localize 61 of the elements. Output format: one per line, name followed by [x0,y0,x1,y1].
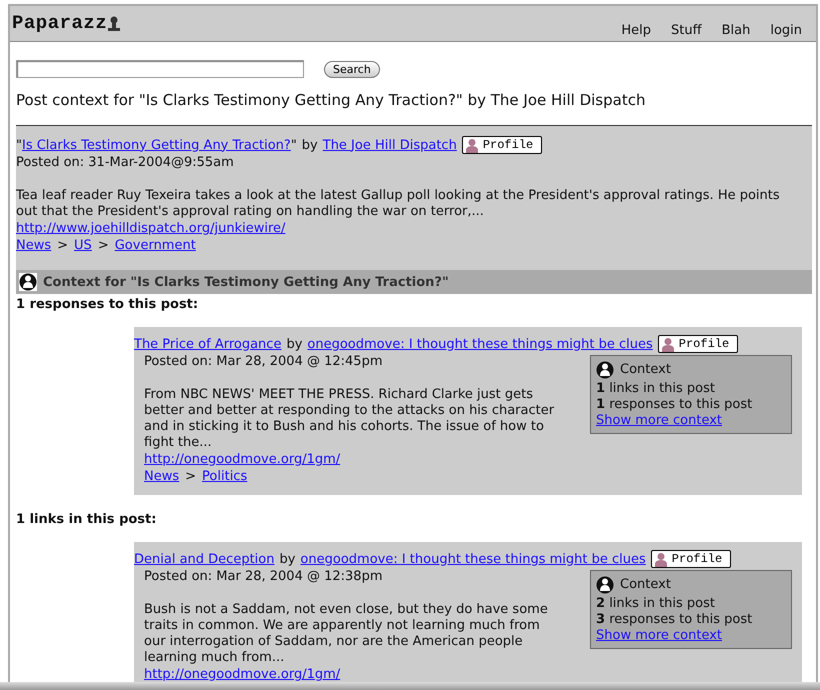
quote-mark: " [290,136,297,154]
post-title-link[interactable]: Denial and Deception [134,550,274,568]
author-link[interactable]: The Joe Hill Dispatch [322,136,457,154]
breadcrumb-link[interactable]: Government [114,237,196,254]
search-button[interactable]: Search [324,60,380,78]
person-icon [654,552,668,566]
links-label: links in this post [609,381,715,396]
posted-date: Posted on: 31-Mar-2004@9:55am [16,154,235,171]
profile-button[interactable]: Profile [462,136,542,154]
person-icon [596,576,614,594]
breadcrumb-separator: > [185,468,196,485]
profile-button[interactable]: Profile [658,335,738,353]
breadcrumb-separator: > [57,237,68,254]
breadcrumb-link[interactable]: News [16,237,52,254]
site-logo: Paparazz [12,15,108,32]
breadcrumb-link[interactable]: US [74,237,92,254]
quote-mark: " [16,136,22,154]
by-text: by [286,336,302,352]
url-link[interactable]: http://onegoodmove.org/1gm/ [144,452,340,467]
responses-count: 1 [596,397,606,412]
by-text: by [279,550,296,568]
url-link[interactable]: http://www.joehilldispatch.org/junkiewire/ [16,221,286,236]
profile-button[interactable]: Profile [650,550,732,568]
show-more-link[interactable]: Show more context [596,628,722,643]
responses-label: responses to this post [609,612,752,627]
person-icon [464,138,479,152]
show-more-link[interactable]: Show more context [596,413,722,428]
post-title-link[interactable]: Is Clarks Testimony Getting Any Traction? [22,136,291,154]
context-title: Context [620,577,671,593]
breadcrumb-link[interactable]: Politics [202,468,248,485]
post-title-link[interactable]: The Price of Arrogance [134,336,282,352]
nav-link[interactable]: Help [621,22,652,39]
post-summary: From NBC NEWS' MEET THE PRESS. Richard Clarke just gets better and better at responding to the attacks on his character and in sticking it to Bush and his cohorts. The issue of how to fight the... [144,387,556,451]
responses-count: 3 [596,612,606,627]
author-link[interactable]: onegoodmove: I thought these things might be clues [300,550,646,568]
page-title: Post context for "Is Clarks Testimony Getting Any Traction?" by The Joe Hill Dispatch [16,92,646,109]
links-count: 1 [596,381,606,396]
nav-link[interactable]: Blah [722,22,750,39]
breadcrumb-link[interactable]: News [144,468,180,485]
by-text: by [302,136,318,154]
person-icon [660,336,675,352]
nav-link[interactable]: Stuff [671,22,702,39]
links-label: links in this post [609,596,715,611]
author-link[interactable]: onegoodmove: I thought these things might be clues [307,336,653,352]
section-heading: 1 links in this post: [16,511,158,528]
posted-date: Posted on: Mar 28, 2004 @ 12:45pm [144,353,384,370]
url-link[interactable]: http://onegoodmove.org/1gm/ [144,667,340,682]
nav-link[interactable]: login [770,22,802,39]
responses-label: responses to this post [609,397,752,412]
breadcrumb-separator: > [98,237,109,254]
search-field[interactable] [16,60,304,78]
person-icon [596,361,614,379]
links-count: 2 [596,596,606,611]
section-heading: 1 responses to this post: [16,296,200,313]
posted-date: Posted on: Mar 28, 2004 @ 12:38pm [144,568,384,585]
context-heading: Context for "Is Clarks Testimony Getting Any Traction?" [43,274,449,290]
context-title: Context [620,362,671,378]
person-icon [19,273,37,291]
post-summary: Bush is not a Saddam, not even close, but they do have some traits in common. We are apparently not learning much from our interrogation of Saddam, nor are the American people learning much from... [144,602,549,666]
person-icon [107,16,122,32]
post-summary: Tea leaf reader Ruy Texeira takes a look at the latest Gallup poll looking at the President's approval ratings. He points out that the President's approval rating on handling the war on terror,... [16,188,781,220]
